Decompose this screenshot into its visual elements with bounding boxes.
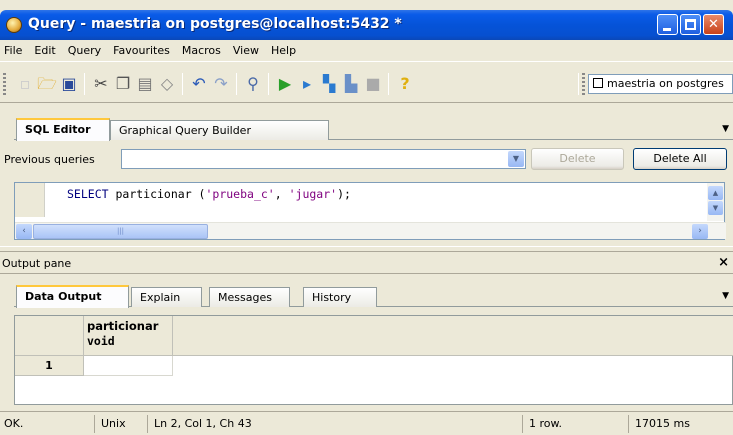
tab-explain[interactable]: Explain [131, 287, 202, 307]
delete-button[interactable]: Delete [531, 148, 624, 170]
menu-edit[interactable]: Edit [28, 40, 61, 57]
output-pane-header: Output pane × [0, 253, 733, 274]
sql-function: particionar ( [108, 187, 206, 201]
connection-label: maestria on postgres [607, 77, 724, 90]
status-cursor-position: Ln 2, Col 1, Ch 43 [147, 415, 258, 433]
tab-menu-icon[interactable]: ▼ [722, 124, 729, 134]
toolbar-grip[interactable] [582, 73, 585, 95]
close-icon: ✕ [708, 17, 719, 32]
checkbox-icon [593, 78, 603, 88]
editor-gutter [15, 183, 45, 217]
window-title: Query - maestria on postgres@localhost:5… [28, 16, 402, 32]
tab-messages[interactable]: Messages [209, 287, 290, 307]
execute-to-file-icon[interactable]: ▸ [296, 73, 318, 95]
menu-view[interactable]: View [227, 40, 265, 57]
grid-corner[interactable] [15, 316, 84, 356]
explain-analyze-icon[interactable]: ▙ [340, 73, 362, 95]
paste-icon[interactable]: ▤ [134, 73, 156, 95]
maximize-button[interactable] [680, 14, 701, 35]
close-window-button[interactable]: ✕ [703, 14, 724, 35]
tab-data-output[interactable]: Data Output [16, 285, 129, 308]
column-header[interactable]: particionar void [84, 316, 173, 356]
explain-icon[interactable]: ▚ [318, 73, 340, 95]
menu-bar: File Edit Query Favourites Macros View Help [0, 40, 733, 62]
previous-queries-select[interactable]: ▼ [121, 149, 526, 169]
status-execution-time: 17015 ms [628, 415, 696, 433]
column-type: void [87, 334, 115, 348]
menu-help[interactable]: Help [265, 40, 302, 57]
open-folder-icon[interactable]: 🗁 [36, 73, 58, 95]
column-name: particionar [87, 319, 159, 333]
sql-end: ); [337, 187, 351, 201]
title-bar[interactable]: Query - maestria on postgres@localhost:5… [0, 10, 733, 40]
close-icon[interactable]: × [718, 255, 729, 270]
tab-menu-icon[interactable]: ▼ [722, 291, 729, 301]
stop-icon[interactable]: ■ [362, 73, 384, 95]
output-pane-title: Output pane [2, 257, 72, 270]
grid-header-filler [173, 316, 733, 356]
pane-splitter[interactable] [0, 246, 733, 252]
table-cell[interactable] [84, 356, 173, 376]
save-icon[interactable]: ▣ [58, 73, 80, 95]
status-state: OK. [4, 417, 24, 430]
toolbar-separator [388, 73, 389, 95]
status-bar: OK. Unix Ln 2, Col 1, Ch 43 1 row. 17015… [0, 411, 733, 435]
minimize-button[interactable] [657, 14, 678, 35]
editor-vertical-scrollbar[interactable]: ▲ ▼ [707, 183, 724, 221]
status-row-count: 1 row. [522, 415, 568, 433]
sql-code[interactable]: SELECT particionar ('prueba_c', 'jugar')… [67, 187, 351, 201]
toolbar-separator [182, 73, 183, 95]
previous-queries-bar: Previous queries ▼ Delete Delete All [0, 148, 733, 172]
pgadmin-app-icon [6, 17, 22, 33]
sql-separator: , [274, 187, 289, 201]
toolbar-grip[interactable] [3, 73, 6, 95]
toolbar-separator [578, 73, 579, 95]
scroll-up-icon[interactable]: ▲ [708, 186, 723, 200]
tab-sql-editor[interactable]: SQL Editor [16, 118, 110, 141]
undo-icon[interactable]: ↶ [188, 73, 210, 95]
delete-all-button[interactable]: Delete All [633, 148, 727, 170]
toolbar-separator [84, 73, 85, 95]
menu-favourites[interactable]: Favourites [107, 40, 176, 57]
redo-icon[interactable]: ↷ [210, 73, 232, 95]
new-icon[interactable]: ▫ [14, 73, 36, 95]
status-line-ending: Unix [94, 415, 132, 433]
scroll-left-icon[interactable]: ‹ [16, 224, 32, 239]
scroll-right-icon[interactable]: › [692, 224, 708, 239]
editor-horizontal-scrollbar[interactable]: ‹ ||| › [15, 222, 726, 239]
scroll-thumb[interactable]: ||| [33, 224, 208, 239]
connection-selector[interactable]: maestria on postgres [588, 74, 733, 94]
tab-history[interactable]: History [303, 287, 377, 307]
previous-queries-label: Previous queries [4, 153, 95, 166]
maximize-icon [685, 19, 696, 30]
execute-icon[interactable]: ▶ [274, 73, 296, 95]
sql-keyword: SELECT [67, 187, 109, 201]
data-output-grid[interactable]: particionar void 1 [14, 315, 733, 405]
row-header[interactable]: 1 [15, 356, 84, 376]
menu-macros[interactable]: Macros [176, 40, 227, 57]
menu-query[interactable]: Query [62, 40, 107, 57]
scroll-down-icon[interactable]: ▼ [708, 201, 723, 215]
toolbar-separator [236, 73, 237, 95]
tab-graphical-query-builder[interactable]: Graphical Query Builder [110, 120, 329, 140]
find-icon[interactable]: ⚲ [242, 73, 264, 95]
cut-icon[interactable]: ✂ [90, 73, 112, 95]
sql-string: 'jugar' [288, 187, 338, 201]
toolbar-separator [268, 73, 269, 95]
minimize-icon [663, 28, 671, 31]
toolbar: ▫ 🗁 ▣ ✂ ❐ ▤ ◇ ↶ ↷ ⚲ ▶ ▸ ▚ ▙ ■ ? maestria… [0, 63, 733, 103]
sql-editor[interactable]: SELECT particionar ('prueba_c', 'jugar')… [14, 182, 726, 240]
chevron-down-icon[interactable]: ▼ [508, 151, 524, 167]
editor-tabstrip: SQL Editor Graphical Query Builder ▼ [14, 118, 733, 141]
copy-icon[interactable]: ❐ [112, 73, 134, 95]
sql-string: 'prueba_c' [205, 187, 275, 201]
output-tabstrip: Data Output Explain Messages History ▼ [14, 285, 733, 308]
clear-icon[interactable]: ◇ [156, 73, 178, 95]
help-icon[interactable]: ? [394, 73, 416, 95]
menu-file[interactable]: File [0, 40, 28, 57]
